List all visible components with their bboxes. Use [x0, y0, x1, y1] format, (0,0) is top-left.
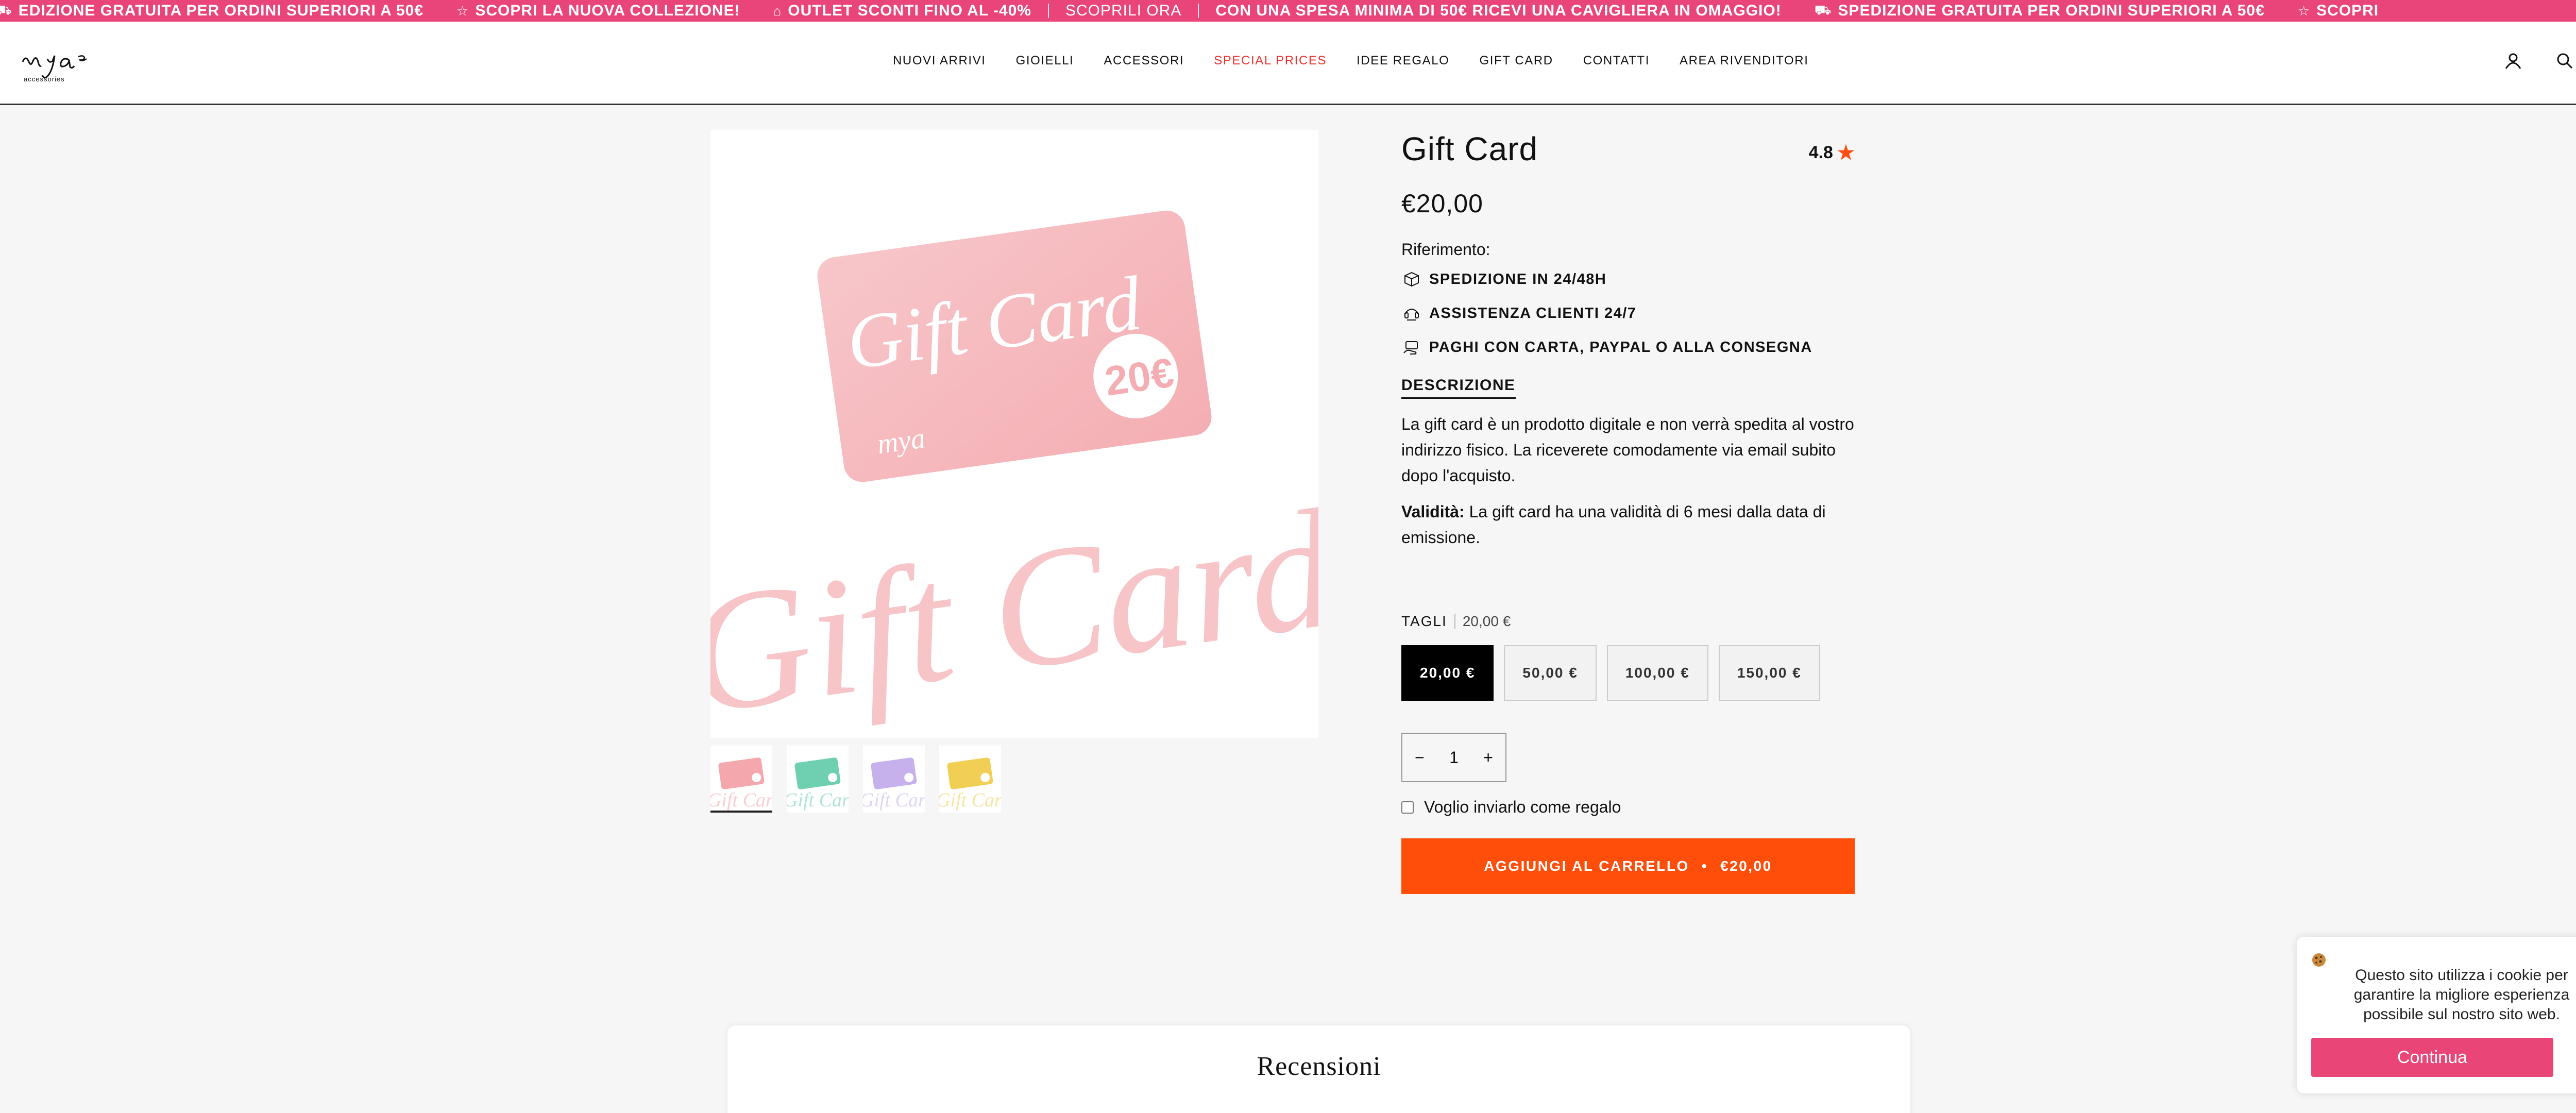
- nav-item-contatti[interactable]: CONTATTI: [1583, 54, 1650, 68]
- shipping-box-icon: [1401, 269, 1422, 290]
- announcement-text: SPEDIZIONE GRATUITA PER ORDINI SUPERIORI…: [1838, 2, 2265, 19]
- product-thumbnail[interactable]: Gift Card: [863, 746, 925, 813]
- announcement-track: ⛟ EDIZIONE GRATUITA PER ORDINI SUPERIORI …: [0, 0, 2395, 22]
- qty-input[interactable]: 1: [1438, 748, 1469, 767]
- variant-title: TAGLI: [1401, 613, 1447, 629]
- cookie-continue-button[interactable]: Continua: [2311, 1038, 2553, 1077]
- announcement-text: OUTLET SCONTI FINO AL -40%: [788, 2, 1031, 19]
- validity-detail: La gift card ha una validità di 6 mesi d…: [1401, 502, 1826, 547]
- tag-icon: ⌂: [773, 3, 782, 19]
- announcement-text: SCOPRILI ORA: [1065, 2, 1182, 19]
- svg-text:Gift Card: Gift Card: [710, 789, 772, 811]
- variant-label: TAGLI 20,00 €: [1401, 613, 1855, 630]
- truck-icon: ⛟: [1814, 2, 1832, 18]
- svg-text:mya: mya: [875, 422, 927, 460]
- svg-text:accessories: accessories: [24, 75, 65, 83]
- product-thumbnail[interactable]: Gift Card: [939, 746, 1001, 813]
- announcement-text: CON UNA SPESA MINIMA DI 50€ RICEVI UNA C…: [1215, 2, 1782, 19]
- validity-label: Validità:: [1401, 502, 1465, 521]
- announcement-text: SCOPRI LA NUOVA COLLEZIONE!: [475, 2, 740, 19]
- qty-plus-button[interactable]: +: [1473, 748, 1504, 767]
- star-icon: ☆: [2297, 3, 2311, 19]
- quantity-stepper: − 1 +: [1401, 733, 1506, 782]
- product-title: Gift Card: [1401, 130, 1538, 167]
- support-icon: [1401, 303, 1422, 324]
- close-icon[interactable]: ✕: [2569, 1042, 2576, 1073]
- rating-value: 4.8: [1808, 143, 1833, 162]
- variant-option[interactable]: 100,00 €: [1606, 645, 1708, 701]
- product-thumbnail[interactable]: Gift Card: [787, 746, 849, 813]
- site-logo[interactable]: accessories: [19, 39, 106, 89]
- qty-minus-button[interactable]: −: [1404, 748, 1435, 767]
- product-main-image[interactable]: Gift Card Gift Card 20€ mya: [710, 130, 1318, 738]
- svg-text:Gift Card: Gift Card: [710, 473, 1318, 738]
- variant-option[interactable]: 20,00 €: [1401, 645, 1494, 701]
- announcement-item[interactable]: SCOPRILI ORA: [1049, 0, 1198, 22]
- reviews-section: Recensioni: [727, 1025, 1910, 1113]
- nav-item-area-rivenditori[interactable]: AREA RIVENDITORI: [1680, 54, 1809, 68]
- cookie-banner: Questo sito utilizza i cookie per garant…: [2297, 937, 2576, 1093]
- feature-text: SPEDIZIONE IN 24/48H: [1429, 271, 1607, 288]
- nav-item-special-prices[interactable]: SPECIAL PRICES: [1214, 54, 1327, 68]
- announcement-item[interactable]: ⌂ OUTLET SCONTI FINO AL -40%: [757, 0, 1048, 22]
- search-icon[interactable]: [2554, 50, 2575, 71]
- product-description: La gift card è un prodotto digitale e no…: [1401, 411, 1855, 550]
- cookie-text: Questo sito utilizza i cookie per garant…: [2353, 967, 2570, 1023]
- product-thumbnail[interactable]: Gift Card: [710, 746, 772, 813]
- header-icons: [2503, 50, 2576, 71]
- cookie-icon: [2311, 952, 2327, 972]
- feature-payment: PAGHI CON CARTA, PAYPAL O ALLA CONSEGNA: [1401, 333, 1855, 361]
- announcement-text: SCOPRI: [2316, 2, 2379, 19]
- variant-separator: [1454, 614, 1455, 629]
- star-icon: ☆: [456, 3, 469, 19]
- feature-text: ASSISTENZA CLIENTI 24/7: [1429, 305, 1637, 322]
- nav-item-nuovi-arrivi[interactable]: NUOVI ARRIVI: [893, 54, 986, 68]
- payment-icon: [1401, 337, 1422, 358]
- cart-price: €20,00: [1720, 858, 1772, 874]
- watermark-script: Gift Card: [710, 473, 1318, 738]
- announcement-item[interactable]: ⛟ SPEDIZIONE GRATUITA PER ORDINI SUPERIOR…: [1798, 0, 2281, 22]
- product-info: Gift Card 4.8 ★ €20,00 Riferimento: SPED…: [1401, 130, 1855, 894]
- nav-item-gift-card[interactable]: GIFT CARD: [1479, 54, 1553, 68]
- announcement-bar: ⛟ EDIZIONE GRATUITA PER ORDINI SUPERIORI …: [0, 0, 2576, 22]
- gift-option[interactable]: Voglio inviarlo come regalo: [1401, 798, 1855, 817]
- svg-text:Gift Card: Gift Card: [939, 789, 1001, 811]
- cart-separator: •: [1701, 858, 1708, 874]
- reviews-title: Recensioni: [1257, 1052, 1381, 1081]
- announcement-item[interactable]: CON UNA SPESA MINIMA DI 50€ RICEVI UNA C…: [1199, 0, 1798, 22]
- variant-option[interactable]: 50,00 €: [1504, 645, 1597, 701]
- description-text: La gift card è un prodotto digitale e no…: [1401, 415, 1854, 485]
- variant-option[interactable]: 150,00 €: [1718, 645, 1820, 701]
- gift-label: Voglio inviarlo come regalo: [1424, 798, 1621, 816]
- feature-support: ASSISTENZA CLIENTI 24/7: [1401, 299, 1855, 327]
- add-to-cart-button[interactable]: AGGIUNGI AL CARRELLO • €20,00: [1401, 838, 1855, 894]
- announcement-item[interactable]: ☆ SCOPRI LA NUOVA COLLEZIONE!: [440, 0, 757, 22]
- nav-item-accessori[interactable]: ACCESSORI: [1104, 54, 1184, 68]
- announcement-text: EDIZIONE GRATUITA PER ORDINI SUPERIORI A…: [18, 2, 424, 19]
- product-rating[interactable]: 4.8 ★: [1809, 141, 1855, 164]
- truck-icon: ⛟: [0, 2, 12, 18]
- variant-selected-value: 20,00 €: [1462, 613, 1511, 629]
- svg-text:20€: 20€: [1102, 349, 1177, 404]
- feature-text: PAGHI CON CARTA, PAYPAL O ALLA CONSEGNA: [1429, 339, 1812, 356]
- feature-shipping: SPEDIZIONE IN 24/48H: [1401, 265, 1855, 293]
- svg-text:Gift Card: Gift Card: [787, 789, 849, 811]
- variant-options: 20,00 €50,00 €100,00 €150,00 €: [1401, 645, 1855, 701]
- nav-item-gioielli[interactable]: GIOIELLI: [1016, 54, 1074, 68]
- product-thumbnails: Gift Card Gift Card Gift Card Gift Card: [710, 746, 1001, 813]
- site-header: accessories NUOVI ARRIVI GIOIELLI ACCESSOR…: [0, 22, 2576, 105]
- star-icon: ★: [1837, 142, 1855, 164]
- nav-item-idee-regalo[interactable]: IDEE REGALO: [1357, 54, 1449, 68]
- announcement-item[interactable]: ⛟ EDIZIONE GRATUITA PER ORDINI SUPERIORI …: [0, 0, 440, 22]
- svg-text:Gift Card: Gift Card: [863, 789, 925, 811]
- product-price: €20,00: [1401, 189, 1483, 218]
- validity-text: Validità: La gift card ha una validità d…: [1401, 499, 1855, 550]
- reference-label: Riferimento:: [1401, 240, 1490, 259]
- announcement-item[interactable]: ☆ SCOPRI: [2281, 0, 2395, 22]
- gift-checkbox[interactable]: [1401, 801, 1414, 814]
- account-icon[interactable]: [2503, 50, 2523, 71]
- cart-label: AGGIUNGI AL CARRELLO: [1484, 858, 1689, 874]
- main-navigation: NUOVI ARRIVI GIOIELLI ACCESSORI SPECIAL PRI…: [893, 54, 1839, 68]
- tab-descrizione[interactable]: DESCRIZIONE: [1401, 377, 1516, 399]
